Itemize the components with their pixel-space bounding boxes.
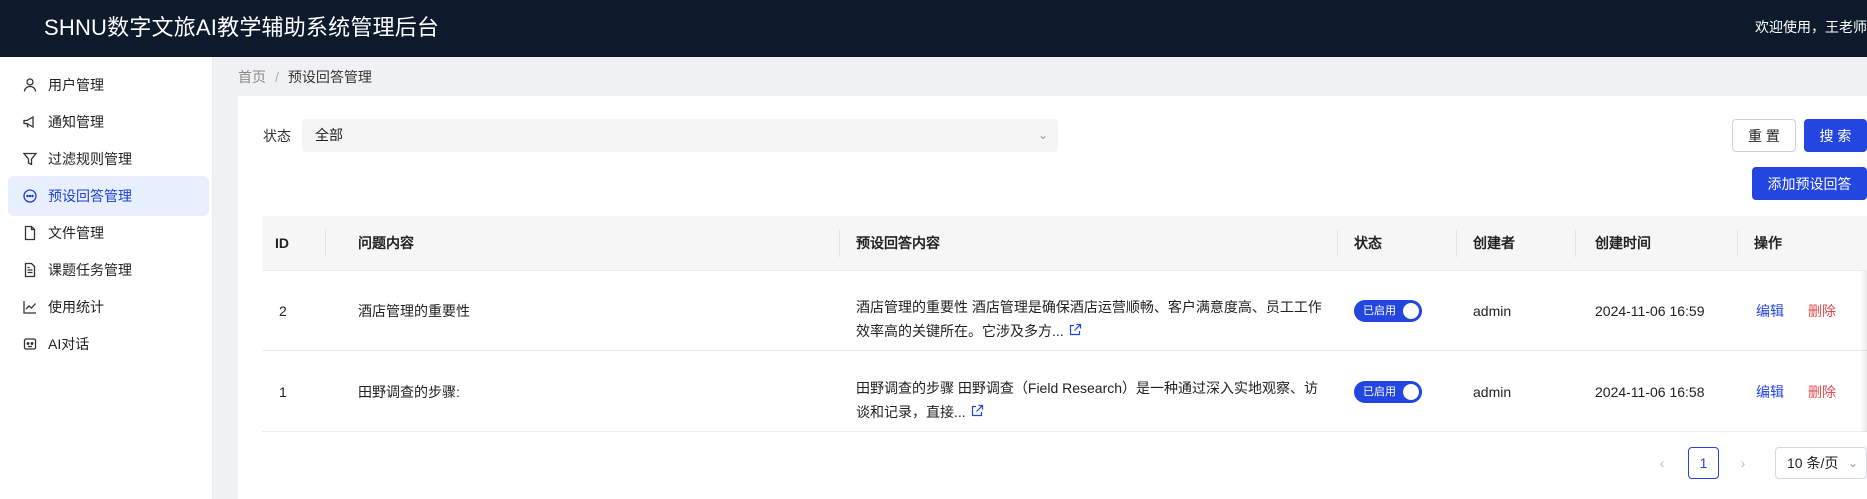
- sidebar-item-filter-rules[interactable]: 过滤规则管理: [8, 139, 209, 179]
- toggle-label: 已启用: [1363, 386, 1396, 398]
- sidebar-item-user-management[interactable]: 用户管理: [8, 65, 209, 105]
- file-icon: [22, 225, 38, 241]
- sidebar-item-ai-chat[interactable]: AI对话: [8, 324, 209, 364]
- table-header: ID 问题内容 预设回答内容 状态 创建者 创建时间 操作: [262, 216, 1867, 271]
- cell-answer: 田野调查的步骤 田野调查（Field Research）是一种通过深入实地观察、…: [856, 352, 1326, 432]
- add-preset-answer-button[interactable]: 添加预设回答: [1752, 167, 1867, 200]
- header-creator: 创建者: [1473, 235, 1515, 251]
- status-select-value: 全部: [315, 127, 343, 143]
- chevron-down-icon: ⌄: [1847, 456, 1858, 470]
- toggle-label: 已启用: [1363, 305, 1396, 317]
- page-number-button[interactable]: 1: [1688, 447, 1719, 479]
- table-scroll-shadow: [1860, 271, 1867, 432]
- cell-created-at: 2024-11-06 16:59: [1595, 303, 1705, 319]
- table-row: 1 田野调查的步骤: 田野调查的步骤 田野调查（Field Research）是…: [262, 352, 1867, 432]
- top-header: SHNU数字文旅AI教学辅助系统管理后台 欢迎使用，王老师: [0, 0, 1867, 57]
- cell-operations: 编辑 删除: [1756, 271, 1836, 351]
- document-icon: [22, 262, 38, 278]
- sidebar: 用户管理 通知管理 过滤规则管理 预设回答管理 文件管理 课题任务管理 使用统计…: [0, 57, 213, 499]
- cell-id: 1: [279, 384, 287, 400]
- header-answer: 预设回答内容: [856, 235, 940, 251]
- toggle-knob: [1403, 384, 1419, 400]
- header-question: 问题内容: [358, 235, 414, 251]
- breadcrumb-separator: /: [275, 69, 279, 85]
- robot-icon: [22, 336, 38, 352]
- column-divider: [325, 230, 326, 257]
- column-divider: [1575, 230, 1576, 257]
- toggle-knob: [1403, 303, 1419, 319]
- delete-link[interactable]: 删除: [1808, 382, 1836, 402]
- header-created-at: 创建时间: [1595, 235, 1651, 251]
- cell-id: 2: [279, 303, 287, 319]
- cell-question: 田野调查的步骤:: [358, 384, 460, 400]
- cell-operations: 编辑 删除: [1756, 352, 1836, 432]
- sidebar-item-label: 预设回答管理: [48, 188, 132, 204]
- sidebar-item-label: 通知管理: [48, 114, 104, 130]
- delete-link[interactable]: 删除: [1808, 301, 1836, 321]
- welcome-text: 欢迎使用，王老师: [1755, 19, 1867, 35]
- sidebar-item-label: 文件管理: [48, 225, 104, 241]
- breadcrumb-current: 预设回答管理: [287, 69, 372, 85]
- breadcrumb-home[interactable]: 首页: [238, 69, 266, 85]
- column-divider: [839, 230, 840, 257]
- reset-button[interactable]: 重 置: [1732, 119, 1796, 152]
- status-toggle[interactable]: 已启用: [1354, 381, 1422, 403]
- header-operations: 操作: [1754, 235, 1782, 251]
- header-status: 状态: [1354, 235, 1382, 251]
- app-title: SHNU数字文旅AI教学辅助系统管理后台: [44, 15, 440, 40]
- cell-creator: admin: [1473, 384, 1512, 400]
- chat-icon: [22, 188, 38, 204]
- cell-question: 酒店管理的重要性: [358, 303, 470, 319]
- edit-link[interactable]: 编辑: [1756, 382, 1784, 402]
- sidebar-item-task-management[interactable]: 课题任务管理: [8, 250, 209, 290]
- answer-text: 酒店管理的重要性 酒店管理是确保酒店运营顺畅、客户满意度高、员工工作效率高的关键…: [856, 299, 1322, 339]
- external-link-icon[interactable]: [1068, 320, 1082, 336]
- sidebar-item-label: 用户管理: [48, 77, 104, 93]
- sidebar-item-preset-answers[interactable]: 预设回答管理: [8, 176, 209, 216]
- breadcrumb: 首页 / 预设回答管理: [238, 67, 372, 87]
- status-toggle[interactable]: 已启用: [1354, 300, 1422, 322]
- megaphone-icon: [22, 114, 38, 130]
- cell-creator: admin: [1473, 303, 1512, 319]
- column-divider: [1337, 230, 1338, 257]
- sidebar-item-label: AI对话: [48, 336, 90, 352]
- column-divider: [1456, 230, 1457, 257]
- sidebar-item-notice-management[interactable]: 通知管理: [8, 102, 209, 142]
- next-page-button[interactable]: ›: [1733, 447, 1753, 479]
- status-filter-label: 状态: [263, 128, 291, 144]
- page-size-select[interactable]: 10 条/页 ⌄: [1775, 447, 1867, 479]
- sidebar-item-file-management[interactable]: 文件管理: [8, 213, 209, 253]
- chevron-down-icon: ⌄: [1037, 128, 1048, 142]
- page-size-value: 10 条/页: [1787, 455, 1839, 471]
- cell-status: 已启用: [1354, 352, 1422, 432]
- sidebar-item-label: 使用统计: [48, 299, 104, 315]
- header-id: ID: [275, 235, 289, 251]
- prev-page-button[interactable]: ‹: [1652, 447, 1672, 479]
- column-divider: [1737, 230, 1738, 257]
- sidebar-item-label: 课题任务管理: [48, 262, 132, 278]
- answer-text: 田野调查的步骤 田野调查（Field Research）是一种通过深入实地观察、…: [856, 380, 1319, 420]
- cell-answer: 酒店管理的重要性 酒店管理是确保酒店运营顺畅、客户满意度高、员工工作效率高的关键…: [856, 271, 1326, 351]
- status-select[interactable]: 全部 ⌄: [302, 119, 1058, 152]
- cell-created-at: 2024-11-06 16:58: [1595, 384, 1705, 400]
- external-link-icon[interactable]: [970, 401, 984, 417]
- cell-status: 已启用: [1354, 271, 1422, 351]
- sidebar-item-usage-stats[interactable]: 使用统计: [8, 287, 209, 327]
- search-button[interactable]: 搜 索: [1804, 119, 1867, 152]
- user-icon: [22, 77, 38, 93]
- table-row: 2 酒店管理的重要性 酒店管理的重要性 酒店管理是确保酒店运营顺畅、客户满意度高…: [262, 271, 1867, 351]
- edit-link[interactable]: 编辑: [1756, 301, 1784, 321]
- filter-icon: [22, 151, 38, 167]
- chart-line-icon: [22, 299, 38, 315]
- sidebar-item-label: 过滤规则管理: [48, 151, 132, 167]
